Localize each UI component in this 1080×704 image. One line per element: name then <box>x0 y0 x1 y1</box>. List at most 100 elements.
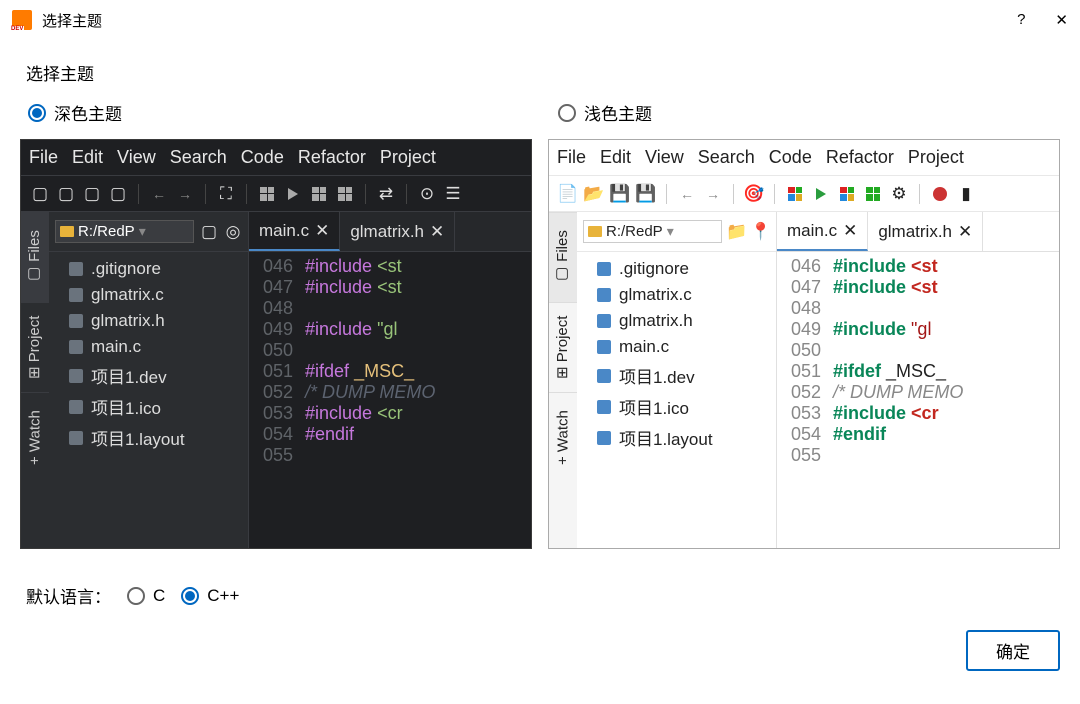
target-icon[interactable]: ⛶ <box>217 185 235 203</box>
tab-close-icon[interactable]: ✕ <box>430 222 444 242</box>
folder-icon[interactable]: 📁 <box>728 223 746 241</box>
stop-icon[interactable]: ▮ <box>957 185 975 203</box>
editor-tab[interactable]: glmatrix.h ✕ <box>868 212 983 251</box>
menu-edit[interactable]: Edit <box>72 147 103 168</box>
menu-code[interactable]: Code <box>241 147 284 168</box>
lang-cpp-label: C++ <box>207 586 239 606</box>
close-button[interactable]: ✕ <box>1055 11 1068 29</box>
radio-icon <box>181 587 199 605</box>
gear-icon[interactable]: ⚙ <box>890 185 908 203</box>
run-icon[interactable] <box>812 185 830 203</box>
back-icon[interactable]: ← <box>678 185 696 203</box>
compile-run-icon[interactable] <box>838 185 856 203</box>
side-tab-project[interactable]: ⊞ Project <box>549 302 577 392</box>
back-icon[interactable]: ← <box>150 185 168 203</box>
file-item[interactable]: 项目1.layout <box>49 422 248 453</box>
lang-c-radio[interactable]: C <box>127 586 165 606</box>
menu-search[interactable]: Search <box>698 147 755 168</box>
save-icon[interactable]: ▢ <box>83 185 101 203</box>
forward-icon[interactable]: → <box>176 185 194 203</box>
side-tab-files[interactable]: ▢ Files <box>21 212 49 302</box>
file-item[interactable]: glmatrix.h <box>49 308 248 334</box>
debug-icon[interactable]: ⊙ <box>418 185 436 203</box>
file-item[interactable]: 项目1.dev <box>577 360 776 391</box>
path-dropdown[interactable]: R:/RedP ▾ <box>583 220 722 243</box>
lang-cpp-radio[interactable]: C++ <box>181 586 239 606</box>
compile-icon[interactable] <box>786 185 804 203</box>
help-button[interactable]: ? <box>1017 11 1025 29</box>
path-dropdown[interactable]: R:/RedP ▾ <box>55 220 194 243</box>
file-item[interactable]: 项目1.layout <box>577 422 776 453</box>
side-tab-files[interactable]: ▢ Files <box>549 212 577 302</box>
compile-run-icon[interactable] <box>310 185 328 203</box>
compile-icon[interactable] <box>258 185 276 203</box>
save-all-icon[interactable]: ▢ <box>109 185 127 203</box>
file-item[interactable]: main.c <box>49 334 248 360</box>
menubar: File Edit View Search Code Refactor Project <box>21 140 531 176</box>
menu-search[interactable]: Search <box>170 147 227 168</box>
file-icon <box>69 262 83 276</box>
save-icon[interactable]: 💾 <box>611 185 629 203</box>
menu-edit[interactable]: Edit <box>600 147 631 168</box>
menu-view[interactable]: View <box>117 147 156 168</box>
run-icon[interactable] <box>284 185 302 203</box>
file-item[interactable]: .gitignore <box>577 256 776 282</box>
side-tab-project[interactable]: ⊞ Project <box>21 302 49 392</box>
tab-close-icon[interactable]: ✕ <box>843 221 857 241</box>
file-name: 项目1.ico <box>619 394 689 419</box>
code-line: 049#include "gl <box>777 319 1059 340</box>
code-line: 050 <box>777 340 1059 361</box>
code-line: 055 <box>777 445 1059 466</box>
menu-code[interactable]: Code <box>769 147 812 168</box>
menu-file[interactable]: File <box>29 147 58 168</box>
file-item[interactable]: .gitignore <box>49 256 248 282</box>
file-name: 项目1.ico <box>91 394 161 419</box>
side-tab-watch[interactable]: + Watch <box>549 392 577 482</box>
file-item[interactable]: 项目1.ico <box>577 391 776 422</box>
app-icon <box>12 10 32 30</box>
file-item[interactable]: glmatrix.c <box>577 282 776 308</box>
debug-icon[interactable] <box>931 185 949 203</box>
open-icon[interactable]: ▢ <box>57 185 75 203</box>
menu-project[interactable]: Project <box>380 147 436 168</box>
editor-tab[interactable]: main.c ✕ <box>249 212 340 251</box>
new-icon[interactable]: ▢ <box>31 185 49 203</box>
menubar: File Edit View Search Code Refactor Project <box>549 140 1059 176</box>
code-line: 054#endif <box>777 424 1059 445</box>
new-icon[interactable]: 📄 <box>559 185 577 203</box>
tab-close-icon[interactable]: ✕ <box>315 221 329 241</box>
file-icon <box>69 369 83 383</box>
menu-view[interactable]: View <box>645 147 684 168</box>
rebuild-icon[interactable] <box>336 185 354 203</box>
section-label: 选择主题 <box>26 60 1060 85</box>
editor-tab[interactable]: main.c ✕ <box>777 212 868 251</box>
options-icon[interactable]: ⇄ <box>377 185 395 203</box>
save-all-icon[interactable]: 💾 <box>637 185 655 203</box>
open-icon[interactable]: 📂 <box>585 185 603 203</box>
menu-project[interactable]: Project <box>908 147 964 168</box>
code-line: 051#ifdef _MSC_ <box>249 361 531 382</box>
menu-refactor[interactable]: Refactor <box>826 147 894 168</box>
locate-icon[interactable]: 📍 <box>752 223 770 241</box>
menu-refactor[interactable]: Refactor <box>298 147 366 168</box>
side-tab-watch[interactable]: + Watch <box>21 392 49 482</box>
folder-icon[interactable]: ▢ <box>200 223 218 241</box>
more-icon[interactable]: ☰ <box>444 185 462 203</box>
file-item[interactable]: glmatrix.h <box>577 308 776 334</box>
rebuild-icon[interactable] <box>864 185 882 203</box>
file-item[interactable]: glmatrix.c <box>49 282 248 308</box>
file-item[interactable]: 项目1.dev <box>49 360 248 391</box>
ok-button[interactable]: 确定 <box>966 630 1060 671</box>
tab-close-icon[interactable]: ✕ <box>958 222 972 242</box>
target-icon[interactable]: 🎯 <box>745 185 763 203</box>
light-theme-radio[interactable]: 浅色主题 <box>550 100 1060 125</box>
editor-tab[interactable]: glmatrix.h ✕ <box>340 212 455 251</box>
dark-theme-radio[interactable]: 深色主题 <box>20 100 530 125</box>
forward-icon[interactable]: → <box>704 185 722 203</box>
file-item[interactable]: main.c <box>577 334 776 360</box>
toolbar: 📄 📂 💾 💾 ← → 🎯 ⚙ ▮ <box>549 176 1059 212</box>
file-item[interactable]: 项目1.ico <box>49 391 248 422</box>
menu-file[interactable]: File <box>557 147 586 168</box>
code-line: 052/* DUMP MEMO <box>249 382 531 403</box>
locate-icon[interactable]: ◎ <box>224 223 242 241</box>
